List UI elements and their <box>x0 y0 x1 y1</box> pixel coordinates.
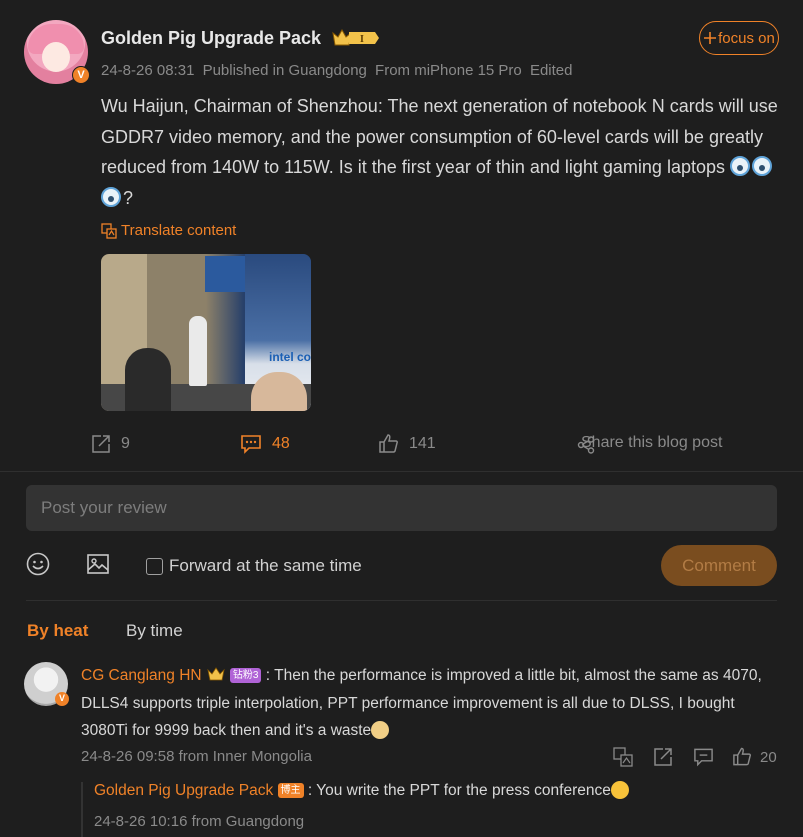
translate-icon <box>101 222 117 239</box>
laugh-emoji-icon <box>610 781 629 799</box>
svg-text:I: I <box>360 34 364 45</box>
commenter-name[interactable]: CG Canglang HN <box>81 667 202 684</box>
comment-text: CG Canglang HN 钻粉3 : Then the performanc… <box>81 667 762 739</box>
comment-like-count: 20 <box>760 748 777 766</box>
comment-like-button[interactable]: 20 <box>732 747 777 767</box>
tab-by-heat[interactable]: By heat <box>27 621 88 641</box>
translate-content-link[interactable]: Translate content <box>101 222 236 239</box>
post-image[interactable]: intel co <box>101 254 311 411</box>
post-time[interactable]: 24-8-26 08:31 <box>101 62 194 79</box>
image-upload-icon[interactable] <box>86 552 110 576</box>
post-text: Wu Haijun, Chairman of Shenzhou: The nex… <box>101 96 778 208</box>
comment-button[interactable]: Comment <box>661 545 777 586</box>
composer-divider <box>26 600 777 601</box>
repost-button[interactable]: 9 <box>91 434 130 454</box>
review-input[interactable]: Post your review <box>26 485 777 531</box>
author-name[interactable]: Golden Pig Upgrade Pack <box>101 28 321 49</box>
post-source: From miPhone 15 Pro <box>375 62 522 79</box>
post-actions: 9 48 141 Share this blog post <box>0 434 803 460</box>
share-icon <box>577 436 595 454</box>
share-button[interactable]: Share this blog post <box>577 434 723 454</box>
forward-option[interactable]: Forward at the same time <box>146 556 362 576</box>
thumbs-up-icon <box>379 434 398 453</box>
post-meta: 24-8-26 08:31 Published in Guangdong Fro… <box>101 62 577 79</box>
doge-emoji-icon <box>371 721 390 739</box>
emoji-picker-icon[interactable] <box>26 552 50 576</box>
emoji-icon <box>101 186 121 207</box>
comment-tab-button[interactable]: 48 <box>240 434 290 454</box>
thumbs-up-icon <box>733 747 751 766</box>
reply-author[interactable]: Golden Pig Upgrade Pack <box>94 782 273 799</box>
forward-checkbox[interactable] <box>146 557 163 575</box>
reply-icon[interactable] <box>693 747 714 767</box>
plus-icon <box>704 32 717 44</box>
reply-text: Golden Pig Upgrade Pack 博主 : You write t… <box>94 781 629 800</box>
comment-icon <box>241 435 261 454</box>
focus-on-button[interactable]: focus on <box>699 21 779 55</box>
crown-level-icon: I <box>332 28 379 46</box>
comment-count: 48 <box>272 435 290 452</box>
photo-brand-text: intel co <box>269 350 311 364</box>
translate-icon[interactable] <box>613 747 633 767</box>
repost-count: 9 <box>121 435 130 452</box>
repost-icon <box>92 435 110 453</box>
reply-meta: 24-8-26 10:16 from Guangdong <box>94 813 305 830</box>
focus-on-label: focus on <box>718 29 775 47</box>
post-edited[interactable]: Edited <box>530 62 573 79</box>
crown-badge-icon <box>207 667 225 681</box>
tab-by-time[interactable]: By time <box>126 621 183 641</box>
fan-badge: 钻粉3 <box>229 668 262 683</box>
forward-label: Forward at the same time <box>169 556 362 575</box>
post-location: Published in Guangdong <box>202 62 367 79</box>
comment-actions: 20 <box>0 745 803 769</box>
like-button[interactable]: 141 <box>378 434 436 454</box>
blog-post: V Golden Pig Upgrade Pack I 24-8-26 08:3… <box>0 0 803 470</box>
like-count: 141 <box>409 435 436 452</box>
reply-divider <box>81 782 83 837</box>
emoji-icon <box>752 156 773 176</box>
emoji-icon <box>730 156 751 176</box>
host-badge: 博主 <box>277 783 304 798</box>
section-divider <box>0 471 803 472</box>
repost-icon[interactable] <box>653 747 673 767</box>
verified-v-icon: V <box>55 692 69 706</box>
share-label: Share this blog post <box>581 434 723 451</box>
verified-v-icon: V <box>72 66 90 84</box>
